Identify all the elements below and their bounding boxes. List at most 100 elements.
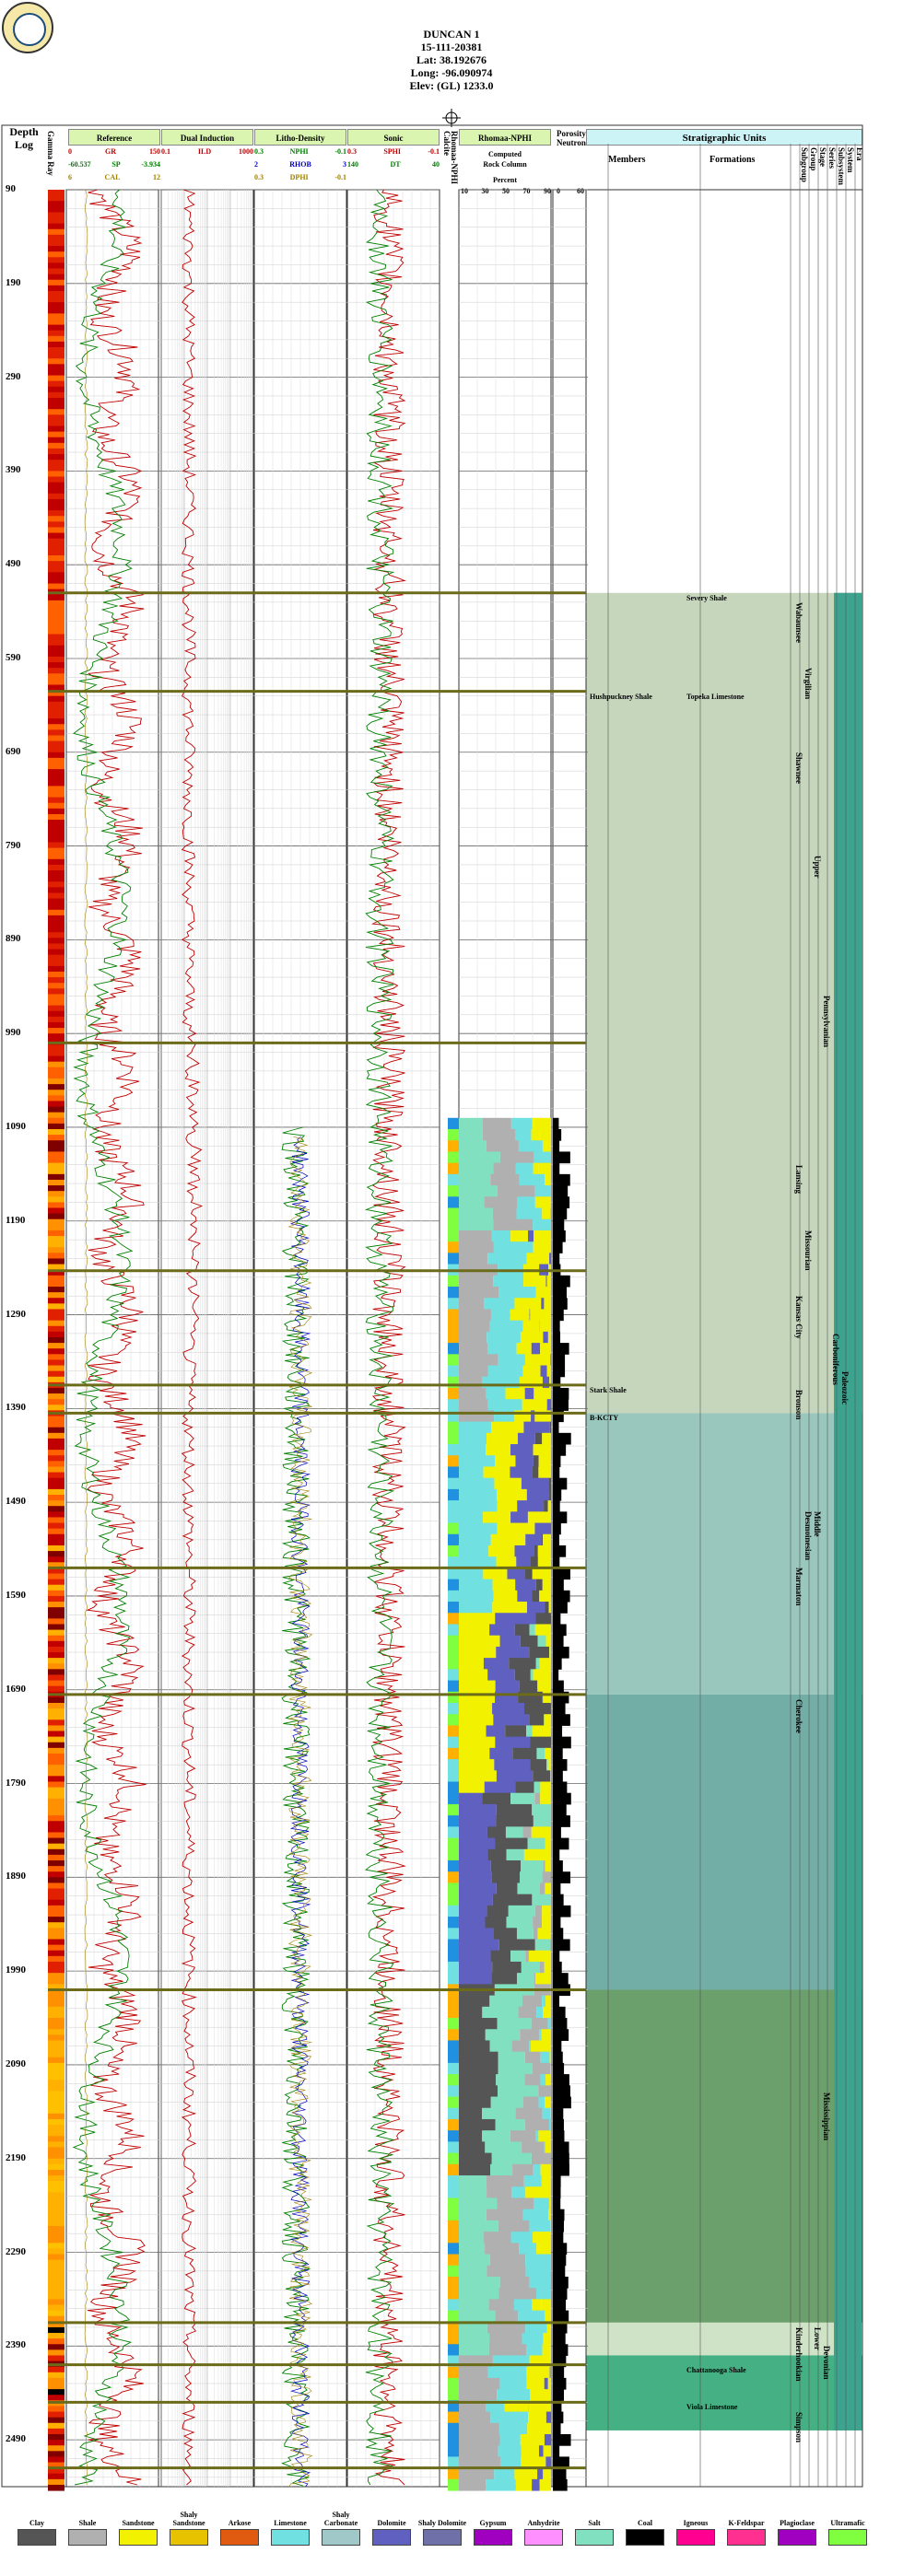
calcite-flag-cell [448, 2209, 459, 2221]
gamma-ray-color-cell [48, 1584, 64, 1591]
porosity-bar [553, 1917, 561, 1929]
strat-unit-label: Stark Shale [590, 1385, 627, 1394]
gamma-ray-color-cell [48, 2355, 64, 2362]
gamma-ray-color-cell [48, 1843, 64, 1850]
porosity-bar [553, 2411, 564, 2424]
lithology-cell [493, 1590, 518, 1603]
gamma-ray-color-cell [48, 409, 64, 415]
calcite-flag-cell [448, 1477, 459, 1490]
gamma-ray-color-cell [48, 2226, 64, 2232]
gamma-ray-color-cell [48, 223, 64, 230]
gamma-ray-color-cell [48, 1117, 64, 1125]
lithology-cell [459, 1759, 495, 1771]
gamma-ray-color-cell [48, 2158, 64, 2165]
gamma-ray-color-cell [48, 2310, 64, 2317]
lithology-cell [535, 1973, 551, 1985]
lithology-cell [541, 2029, 551, 2041]
lithology-cell [459, 1624, 490, 1637]
lithology-cell [516, 1343, 532, 1355]
gamma-ray-color-cell [48, 713, 64, 719]
calcite-flag-cell [448, 1500, 459, 1512]
gamma-ray-color-cell [48, 1978, 64, 1985]
lithology-cell [459, 1815, 497, 1827]
lithology-cell [459, 1646, 497, 1659]
lithology-cell [549, 1488, 551, 1501]
calcite-flag-cell [448, 2299, 459, 2312]
lithology-cell [482, 2130, 510, 2142]
gamma-ray-color-cell [48, 2113, 64, 2120]
porosity-bar [553, 1714, 570, 1726]
porosity-bar [553, 2006, 566, 2019]
lithology-cell [459, 1680, 496, 1693]
lithology-cell [529, 2040, 532, 2053]
gamma-ray-color-cell [48, 1135, 64, 1141]
gamma-ray-color-cell [48, 2243, 64, 2249]
lithology-cell [525, 2254, 551, 2267]
lithology-cell [487, 1365, 523, 1378]
gamma-ray-color-cell [48, 1461, 64, 1467]
lithology-cell [533, 2232, 538, 2244]
gamma-ray-color-cell [48, 583, 64, 590]
gamma-ray-color-cell [48, 274, 64, 281]
gamma-ray-color-cell [48, 1179, 64, 1186]
gamma-ray-color-cell [48, 1770, 64, 1777]
porosity-bar [553, 1253, 560, 1265]
lithology-cell [485, 2029, 521, 2041]
lithology-cell [491, 1230, 511, 1242]
porosity-bar [553, 2243, 568, 2255]
legend-item: K-Feldspar [721, 2507, 772, 2546]
gamma-ray-color-cell [48, 414, 64, 421]
lithology-cell [497, 1488, 527, 1501]
gamma-ray-color-cell [48, 769, 64, 775]
lithology-cell [521, 1961, 540, 1974]
lithology-cell [543, 2006, 551, 2019]
lithology-cell [537, 1928, 551, 1941]
lithology-cell [459, 2040, 490, 2053]
lithology-cell [459, 1477, 495, 1490]
gamma-ray-color-cell [48, 1016, 64, 1023]
lithology-cell [516, 1928, 534, 1941]
legend-item: Limestone [264, 2507, 316, 2546]
lithology-cell [545, 1635, 551, 1648]
gamma-ray-color-cell [48, 2232, 64, 2238]
gamma-ray-color-cell [48, 2326, 64, 2334]
lithology-cell [483, 1466, 510, 1479]
gamma-ray-color-cell [48, 487, 64, 495]
legend-item: Coal [619, 2507, 671, 2546]
gamma-ray-color-cell [48, 2478, 64, 2486]
gamma-ray-color-cell [48, 257, 64, 263]
depth-label: 1590 [6, 1589, 26, 1601]
porosity-bar [553, 1354, 566, 1367]
porosity-bar [553, 1343, 569, 1355]
lithology-cell [507, 1568, 525, 1580]
lithology-cell [537, 1680, 551, 1693]
lithology-cell [515, 2107, 543, 2120]
calcite-flag-cell [448, 1579, 459, 1591]
porosity-bar [553, 2163, 569, 2176]
lithology-cell [538, 2085, 551, 2098]
gamma-ray-color-cell [48, 650, 64, 658]
lithology-cell [530, 1736, 551, 1749]
lithology-cell [513, 2299, 533, 2312]
lithology-cell [459, 1298, 485, 1310]
lithology-cell [496, 1882, 518, 1895]
strat-unit-label: Topeka Limestone [686, 692, 745, 701]
lithology-cell [547, 1759, 551, 1771]
gamma-ray-color-cell [48, 718, 64, 725]
lithology-cell [546, 1275, 551, 1288]
calcite-flag-cell [448, 2310, 459, 2323]
lithology-cell [523, 2175, 542, 2187]
gamma-ray-color-cell [48, 656, 64, 663]
legend-item: Arkose [214, 2507, 265, 2546]
lithology-cell [459, 1151, 500, 1164]
porosity-bar [553, 1658, 562, 1670]
gamma-ray-color-cell [48, 1765, 64, 1771]
gamma-ray-color-cell [48, 1708, 64, 1715]
porosity-bar [553, 1444, 567, 1456]
strat-unit-vertical-label: Carboniferous [831, 1333, 840, 1385]
lithology-cell [459, 1803, 497, 1816]
lithology-cell [498, 1939, 535, 1952]
porosity-bar [553, 1511, 568, 1524]
gamma-ray-color-cell [48, 943, 64, 950]
gamma-ray-color-cell [48, 2011, 64, 2019]
